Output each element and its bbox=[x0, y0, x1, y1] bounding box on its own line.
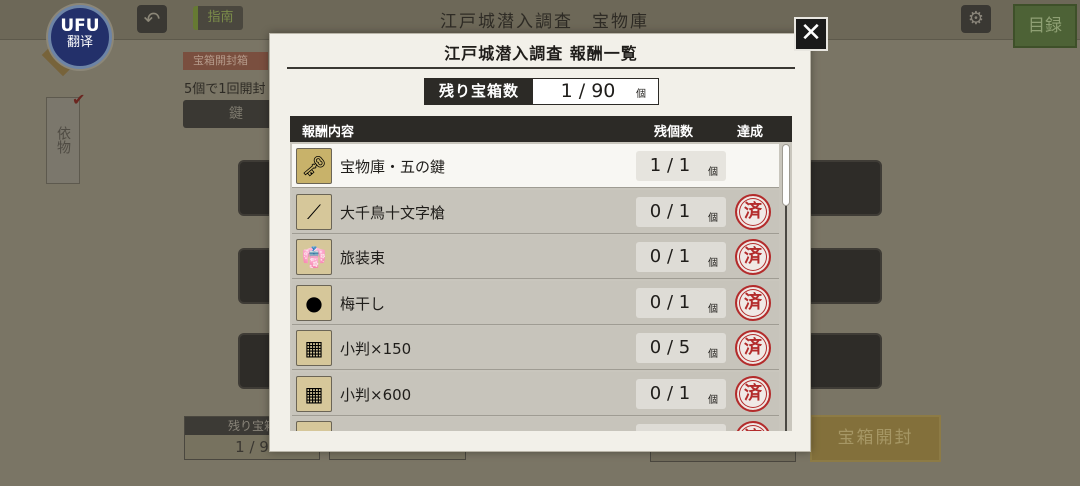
open-info-text: 5個で1回開封 bbox=[184, 82, 266, 97]
close-icon: ✕ bbox=[800, 18, 822, 48]
modal-title: 江戸城潜入調査 報酬一覧 bbox=[444, 44, 638, 63]
back-arrow-icon: ↶ bbox=[143, 7, 161, 31]
remaining-count-unit: 個 bbox=[708, 303, 718, 315]
remaining-count-value: 0 / 1 bbox=[649, 246, 691, 267]
remaining-count-value: 1 / 1 bbox=[649, 155, 691, 176]
reward-name: 旅装束 bbox=[340, 249, 386, 267]
remaining-chests-unit: 個 bbox=[636, 89, 646, 100]
title-divider bbox=[287, 67, 795, 69]
umeboshi-icon: ● bbox=[296, 284, 332, 321]
settings-button[interactable]: ⚙ bbox=[961, 5, 991, 33]
spear-icon: ⟋ bbox=[296, 193, 332, 230]
reward-table: 報酬内容 残個数 達成 🗝 宝物庫・五の鍵 1 / 1 個 ⟋ 大千鳥十文字槍 0 / 1 個… bbox=[290, 116, 792, 431]
achieved-stamp-icon: 済 bbox=[735, 193, 771, 230]
remaining-count-box: 0 / 1 個 bbox=[636, 378, 726, 409]
key-icon: 🗝 bbox=[296, 148, 332, 184]
scroll-track bbox=[785, 206, 787, 431]
remaining-count-box: 0 / 1 個 bbox=[636, 242, 726, 272]
index-button[interactable]: 目録 bbox=[1013, 4, 1077, 48]
reward-row: ▦ 小判×600 0 / 1 個 済 bbox=[292, 371, 779, 416]
reward-row: 🗝 宝物庫・五の鍵 1 / 1 個 bbox=[292, 144, 779, 188]
back-button[interactable]: ↶ bbox=[137, 5, 167, 33]
remaining-count-unit: 個 bbox=[708, 167, 718, 178]
remaining-count-unit: 個 bbox=[708, 258, 718, 269]
reward-name: 小判×150 bbox=[340, 340, 412, 358]
remaining-chests-counter: 残り宝箱数 1 / 90 個 bbox=[424, 78, 659, 105]
translate-logo-icon: UFU bbox=[60, 16, 100, 36]
achieved-stamp-icon: 済 bbox=[735, 239, 771, 275]
reward-row: ● 梅干し 0 / 1 個 済 bbox=[292, 280, 779, 325]
chest-open-tag: 宝箱開封箱 bbox=[183, 52, 268, 70]
remaining-chests-label: 残り宝箱数 bbox=[425, 79, 533, 104]
translate-label: 翻译 bbox=[66, 35, 93, 50]
reward-name: 梅干し bbox=[340, 294, 386, 313]
treasure-chest bbox=[806, 333, 882, 389]
remaining-count-value: 0 / 1 bbox=[649, 200, 691, 222]
reward-row: ⟋ 大千鳥十文字槍 0 / 1 個 済 bbox=[292, 189, 779, 234]
remaining-count-value: 0 / 1 bbox=[649, 291, 691, 313]
key-button[interactable]: 鍵 bbox=[183, 100, 273, 128]
remaining-count-box: 0 / 5 個 bbox=[636, 333, 726, 363]
reward-row: ▦済 bbox=[292, 417, 779, 431]
achieved-stamp-icon: 済 bbox=[735, 421, 771, 431]
remaining-count-box: 1 / 1 個 bbox=[636, 151, 726, 181]
reward-list-modal: 江戸城潜入調査 報酬一覧 ✕ 残り宝箱数 1 / 90 個 報酬内容 残個数 達… bbox=[269, 17, 828, 452]
remaining-count-box: 0 / 1 個 bbox=[636, 196, 726, 227]
open-chest-button[interactable]: 宝箱開封 bbox=[810, 415, 941, 462]
remaining-count-value: 0 / 5 bbox=[649, 337, 691, 358]
gold-coins-icon: ▦ bbox=[296, 375, 332, 412]
remaining-count-box bbox=[636, 424, 726, 431]
gear-icon: ⚙ bbox=[967, 8, 985, 29]
reward-name: 宝物庫・五の鍵 bbox=[340, 158, 446, 176]
reward-name: 大千鳥十文字槍 bbox=[340, 203, 446, 222]
table-header: 報酬内容 残個数 達成 bbox=[290, 116, 792, 142]
checkmark-icon: ✔ bbox=[72, 90, 86, 109]
header-reward-content: 報酬内容 bbox=[302, 125, 355, 140]
treasure-chest bbox=[806, 248, 882, 304]
remaining-count-unit: 個 bbox=[708, 349, 718, 360]
achieved-stamp-icon: 済 bbox=[735, 375, 771, 412]
screen-title: 江戸城潜入調査 宝物庫 bbox=[440, 12, 649, 32]
guide-button[interactable]: 指南 bbox=[193, 6, 243, 30]
remaining-count-value: 0 / 1 bbox=[649, 382, 691, 404]
garment-icon: 👘 bbox=[296, 239, 332, 275]
remaining-chests-value: 1 / 90 bbox=[560, 80, 616, 102]
remaining-count-unit: 個 bbox=[708, 394, 718, 406]
treasure-chest bbox=[806, 160, 882, 216]
remaining-count-unit: 個 bbox=[708, 212, 718, 224]
header-remaining-count: 残個数 bbox=[654, 125, 694, 140]
remaining-count-box: 0 / 1 個 bbox=[636, 287, 726, 318]
close-button[interactable]: ✕ bbox=[794, 17, 828, 51]
translate-button[interactable]: UFU 翻译 bbox=[48, 5, 112, 69]
reward-row: ▦ 小判×150 0 / 5 個 済 bbox=[292, 326, 779, 370]
scroll-thumb[interactable] bbox=[782, 144, 790, 206]
gold-coins-icon: ▦ bbox=[296, 421, 332, 431]
achieved-stamp-icon: 済 bbox=[735, 284, 771, 321]
side-tab[interactable]: 依物 bbox=[46, 97, 80, 184]
scrollbar[interactable] bbox=[782, 144, 790, 431]
reward-name: 小判×600 bbox=[340, 385, 412, 404]
header-achieved: 達成 bbox=[737, 125, 764, 140]
reward-row: 👘 旅装束 0 / 1 個 済 bbox=[292, 235, 779, 279]
achieved-stamp-icon: 済 bbox=[735, 330, 771, 366]
gold-coins-icon: ▦ bbox=[296, 330, 332, 366]
